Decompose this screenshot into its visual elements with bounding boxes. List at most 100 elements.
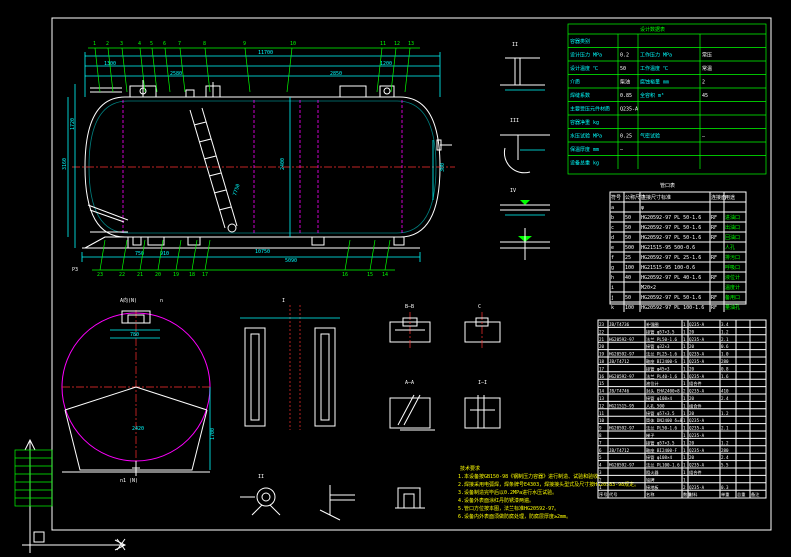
balloon-top-11: 11 bbox=[380, 41, 386, 47]
nozzle-table: 管口表 符号 公称尺寸连接尺寸标准 连接面用途a φb 50 HG20592-97 PL … bbox=[609, 182, 747, 312]
detail-i-i: I—I bbox=[464, 380, 501, 429]
balloon-top-2: 2 bbox=[106, 41, 109, 47]
nozzle-cell-6-2: HG20592-97 PL 25-1.6 bbox=[641, 255, 701, 261]
side-dim-2420: 2420 bbox=[132, 426, 144, 432]
design-cell-0-0: 容器类别 bbox=[570, 38, 590, 45]
nozzle-cell-8-2: HG20592-97 PL 40-1.6 bbox=[641, 275, 701, 281]
design-cell-4-0: 焊缝系数 bbox=[570, 92, 590, 99]
nozzle-cell-4-3: RF bbox=[711, 235, 717, 241]
dim-1200: 1200 bbox=[380, 61, 392, 67]
detail-bracket bbox=[319, 485, 355, 521]
bom-cell-4-1: HG20592-97 bbox=[609, 352, 635, 357]
bom-cell-9-1: JB/T4746 bbox=[609, 389, 630, 394]
bom-cell-5-1: JB/T4712 bbox=[609, 359, 630, 364]
bom-cell-5-5: 280 bbox=[721, 359, 729, 364]
nozzle-cell-2-3: RF bbox=[711, 215, 717, 221]
detail-ground-title: II bbox=[258, 474, 264, 480]
bom-cell-6-5: 0.8 bbox=[721, 366, 729, 371]
bom-cell-23-1: 代号 bbox=[609, 491, 617, 498]
dim-diameter: 2400 bbox=[280, 158, 286, 170]
balloon-bottom-18: 18 bbox=[189, 272, 195, 278]
nozzle-cell-3-1: 50 bbox=[625, 225, 631, 231]
bom-cell-0-0: 23 bbox=[599, 322, 605, 327]
bom-cell-18-4: 20 bbox=[689, 455, 695, 460]
detail-clip bbox=[395, 487, 425, 509]
nozzle-cell-0-0: 符号 bbox=[611, 194, 621, 201]
design-cell-4-3: 45 bbox=[702, 93, 708, 99]
nozzle-cell-10-4: 备用口 bbox=[725, 294, 740, 301]
bom-cell-10-3: 1 bbox=[683, 396, 686, 401]
detail-c: C bbox=[464, 304, 501, 350]
design-cell-3-3: 2 bbox=[702, 80, 705, 86]
bom-cell-15-3: 1 bbox=[683, 433, 686, 438]
detail-aa-title: A—A bbox=[405, 380, 414, 386]
nozzle-cell-11-2: HG20592-97 PL 100-1.6 bbox=[641, 305, 704, 311]
bom-cell-19-3: 1 bbox=[683, 463, 686, 468]
balloon-bottom-22: 22 bbox=[119, 272, 125, 278]
bom-cell-15-0: 8 bbox=[599, 433, 602, 438]
nozzle-cell-2-1: 50 bbox=[625, 215, 631, 221]
bill-of-materials: 23 JB/T4736 补强圈 1 Q235-A 3.422 接管 φ57×3.5 1 20 1.… bbox=[597, 319, 767, 499]
detail-iii-title: III bbox=[510, 118, 519, 124]
design-data-table: 设计数据表 容器类别设计压力 MPa 0.2 工作压力 MPa 常压设计温度 ℃ 50 工… bbox=[567, 23, 767, 175]
nozzle-cell-6-0: f bbox=[611, 255, 614, 261]
balloon-bottom-19: 19 bbox=[173, 272, 179, 278]
balloon-bottom-16: 16 bbox=[342, 272, 348, 278]
bom-cell-22-4: Q235-A bbox=[689, 485, 705, 490]
nozzle-cell-3-2: HG20592-97 PL 50-1.6 bbox=[641, 225, 701, 231]
balloon-bottom-21: 21 bbox=[137, 272, 143, 278]
balloon-bottom-23: 23 bbox=[97, 272, 103, 278]
nozzle-cell-4-1: 50 bbox=[625, 235, 631, 241]
balloon-top-1: 1 bbox=[93, 41, 96, 47]
detail-iv: IV bbox=[500, 188, 550, 216]
balloon-top-13: 13 bbox=[408, 41, 414, 47]
nozzle-cell-6-1: 25 bbox=[625, 255, 631, 261]
bom-cell-12-0: 11 bbox=[599, 411, 605, 416]
bom-cell-5-4: Q235-A bbox=[689, 359, 705, 364]
bom-cell-11-1: HG21515-95 bbox=[609, 403, 635, 408]
bom-cell-2-5: 2.1 bbox=[721, 337, 729, 342]
nozzle-cell-8-0: h bbox=[611, 275, 614, 281]
detail-b-b: B—B bbox=[389, 304, 431, 350]
bom-cell-5-3: 1 bbox=[683, 359, 686, 364]
bom-cell-23-2: 名称 bbox=[646, 491, 654, 498]
bom-cell-2-4: Q235-A bbox=[689, 337, 705, 342]
design-cell-7-0: 水压试验 MPa bbox=[570, 133, 602, 140]
bom-cell-4-0: 19 bbox=[599, 352, 605, 357]
bom-cell-4-5: 1.0 bbox=[721, 352, 729, 357]
design-cell-1-3: 常压 bbox=[702, 52, 712, 59]
bom-cell-16-0: 7 bbox=[599, 440, 602, 445]
bom-cell-7-5: 1.6 bbox=[721, 374, 729, 379]
design-cell-7-2: 气密试验 bbox=[640, 133, 660, 140]
bom-cell-1-4: 20 bbox=[689, 329, 695, 334]
design-cell-7-1: 0.25 bbox=[620, 134, 632, 140]
detail-ii-sec-title: I—I bbox=[478, 380, 487, 386]
bom-cell-18-3: 1 bbox=[683, 455, 686, 460]
bom-cell-14-3: 1 bbox=[683, 426, 686, 431]
design-cell-3-1: 柴油 bbox=[620, 79, 630, 86]
bom-cell-0-1: JB/T4736 bbox=[609, 322, 630, 327]
dim-left-height: 1720 bbox=[70, 118, 76, 130]
nozzle-cell-0-2: 连接尺寸标准 bbox=[641, 194, 671, 201]
bom-cell-14-0: 9 bbox=[599, 426, 602, 431]
note-line-2: 2.焊接采用电弧焊，焊条牌号E4303，焊接接头型式及尺寸按HG20583-98… bbox=[458, 481, 639, 488]
design-cell-3-0: 介质 bbox=[570, 79, 580, 86]
notes-title: 技术要求 bbox=[460, 465, 480, 472]
nozzle-cell-7-1: 100 bbox=[625, 265, 634, 271]
balloon-top-5: 5 bbox=[150, 41, 153, 47]
bom-cell-7-4: Q235-A bbox=[689, 374, 705, 379]
nozzle-cell-4-4: 回油口 bbox=[725, 234, 740, 241]
bom-cell-7-0: 16 bbox=[599, 374, 605, 379]
design-cell-9-0: 设备总重 kg bbox=[570, 160, 599, 167]
bom-cell-12-5: 1.2 bbox=[721, 411, 729, 416]
detail-weld bbox=[500, 228, 550, 260]
balloon-top-6: 6 bbox=[163, 41, 166, 47]
bom-cell-1-0: 22 bbox=[599, 329, 605, 334]
dim-2850: 2850 bbox=[330, 71, 342, 77]
bom-cell-23-6: 总重 bbox=[737, 491, 745, 497]
bom-cell-4-4: Q235-A bbox=[689, 352, 705, 357]
nozzle-cell-5-0: e bbox=[611, 245, 614, 251]
nozzle-cell-0-4: 用途 bbox=[725, 194, 735, 201]
nozzle-cell-2-4: 进油口 bbox=[725, 214, 740, 221]
dim-shell-length: 10750 bbox=[255, 249, 270, 255]
